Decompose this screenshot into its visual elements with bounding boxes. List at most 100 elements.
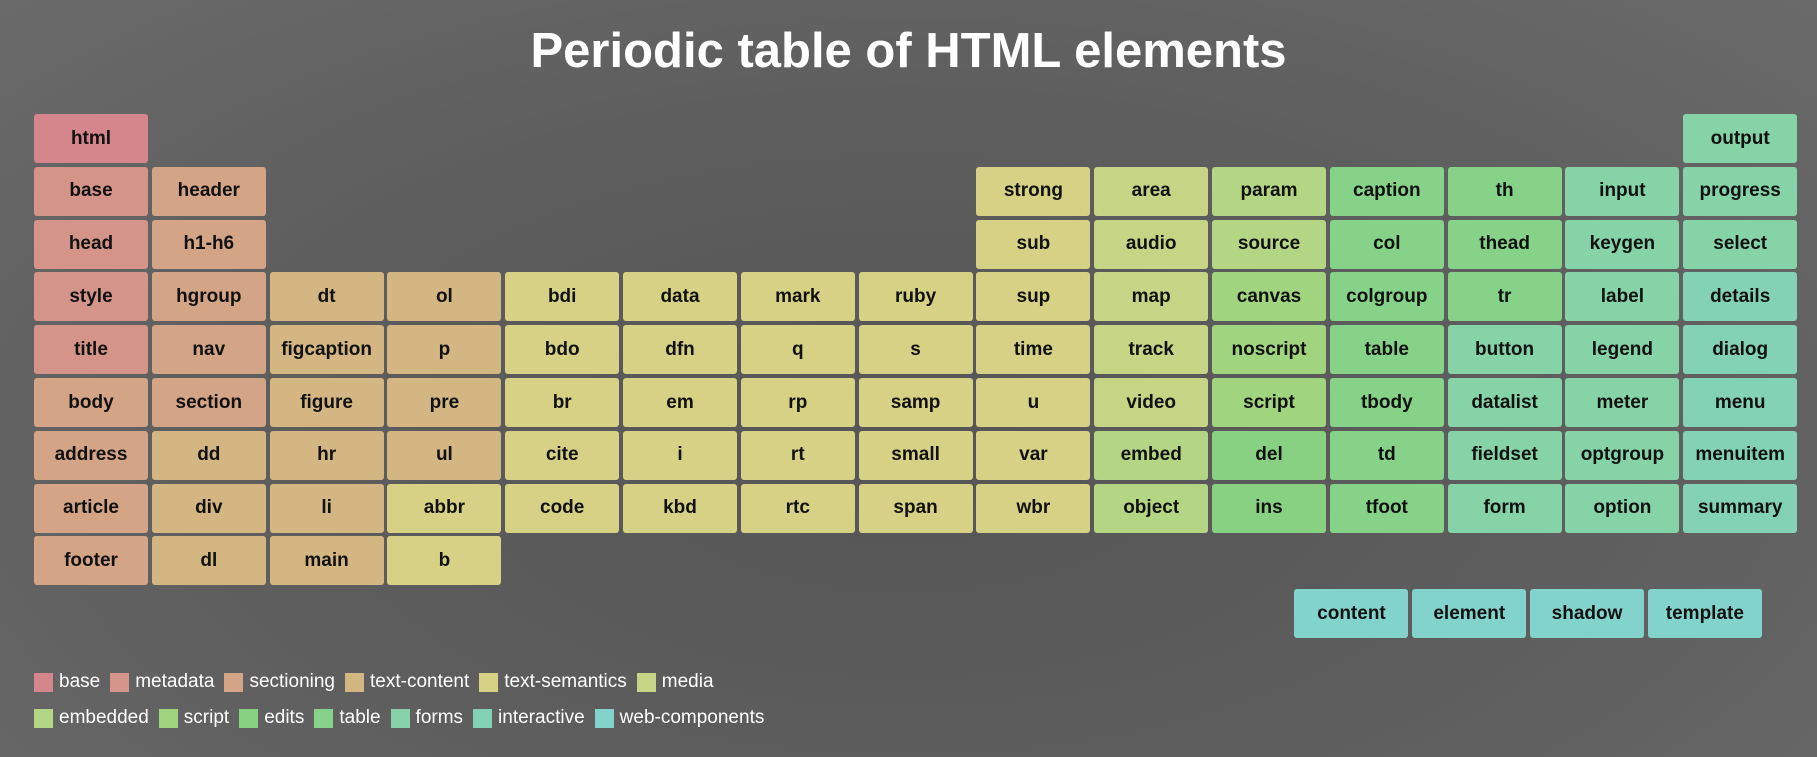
element-tile-dfn[interactable]: dfn bbox=[623, 325, 737, 375]
element-tile-fieldset[interactable]: fieldset bbox=[1447, 430, 1562, 480]
element-tile-body[interactable]: body bbox=[34, 378, 148, 427]
element-tile-ins[interactable]: ins bbox=[1212, 483, 1326, 533]
element-tile-footer[interactable]: footer bbox=[34, 536, 148, 586]
element-tile-time[interactable]: time bbox=[976, 325, 1091, 375]
element-tile-rp[interactable]: rp bbox=[740, 378, 855, 427]
element-tile-menuitem[interactable]: menuitem bbox=[1683, 430, 1798, 480]
element-tile-select[interactable]: select bbox=[1683, 219, 1798, 269]
element-tile-dt[interactable]: dt bbox=[269, 272, 384, 322]
element-tile-table[interactable]: table bbox=[1329, 325, 1444, 375]
element-tile-nav[interactable]: nav bbox=[151, 325, 266, 375]
element-tile-var[interactable]: var bbox=[976, 430, 1091, 480]
element-tile-figure[interactable]: figure bbox=[269, 378, 384, 427]
element-tile-td[interactable]: td bbox=[1329, 430, 1444, 480]
element-tile-em[interactable]: em bbox=[623, 378, 737, 427]
element-tile-pre[interactable]: pre bbox=[387, 378, 502, 427]
element-tile-menu[interactable]: menu bbox=[1683, 378, 1798, 427]
element-tile-style[interactable]: style bbox=[34, 272, 148, 322]
element-tile-form[interactable]: form bbox=[1447, 483, 1562, 533]
element-tile-span[interactable]: span bbox=[858, 483, 973, 533]
element-tile-li[interactable]: li bbox=[269, 483, 384, 533]
element-tile-bdi[interactable]: bdi bbox=[505, 272, 620, 322]
element-tile-audio[interactable]: audio bbox=[1094, 219, 1209, 269]
element-tile-head[interactable]: head bbox=[34, 219, 148, 269]
element-tile-video[interactable]: video bbox=[1094, 378, 1209, 427]
element-tile-dl[interactable]: dl bbox=[151, 536, 266, 586]
element-tile-noscript[interactable]: noscript bbox=[1212, 325, 1326, 375]
element-tile-input[interactable]: input bbox=[1565, 166, 1680, 216]
element-tile-s[interactable]: s bbox=[858, 325, 973, 375]
element-tile-html[interactable]: html bbox=[34, 114, 148, 163]
element-tile-canvas[interactable]: canvas bbox=[1212, 272, 1326, 322]
element-tile-progress[interactable]: progress bbox=[1683, 166, 1798, 216]
element-tile-option[interactable]: option bbox=[1565, 483, 1680, 533]
element-tile-small[interactable]: small bbox=[858, 430, 973, 480]
element-tile-title[interactable]: title bbox=[34, 325, 148, 375]
element-tile-kbd[interactable]: kbd bbox=[623, 483, 737, 533]
element-tile-del[interactable]: del bbox=[1212, 430, 1326, 480]
element-tile-th[interactable]: th bbox=[1447, 166, 1562, 216]
element-tile-area[interactable]: area bbox=[1094, 166, 1209, 216]
element-tile-br[interactable]: br bbox=[505, 378, 620, 427]
element-tile-shadow[interactable]: shadow bbox=[1530, 589, 1645, 639]
element-tile-sub[interactable]: sub bbox=[976, 219, 1091, 269]
element-tile-embed[interactable]: embed bbox=[1094, 430, 1209, 480]
element-tile-element[interactable]: element bbox=[1412, 589, 1527, 639]
element-tile-u[interactable]: u bbox=[976, 378, 1091, 427]
element-tile-code[interactable]: code bbox=[505, 483, 620, 533]
element-tile-button[interactable]: button bbox=[1447, 325, 1562, 375]
element-tile-rtc[interactable]: rtc bbox=[740, 483, 855, 533]
element-tile-object[interactable]: object bbox=[1094, 483, 1209, 533]
element-tile-base[interactable]: base bbox=[34, 166, 148, 216]
element-tile-track[interactable]: track bbox=[1094, 325, 1209, 375]
element-tile-map[interactable]: map bbox=[1094, 272, 1209, 322]
element-tile-samp[interactable]: samp bbox=[858, 378, 973, 427]
element-tile-address[interactable]: address bbox=[34, 430, 148, 480]
element-tile-output[interactable]: output bbox=[1683, 114, 1798, 163]
element-tile-caption[interactable]: caption bbox=[1329, 166, 1444, 216]
element-tile-dd[interactable]: dd bbox=[151, 430, 266, 480]
element-tile-rt[interactable]: rt bbox=[740, 430, 855, 480]
element-tile-figcaption[interactable]: figcaption bbox=[269, 325, 384, 375]
element-tile-colgroup[interactable]: colgroup bbox=[1329, 272, 1444, 322]
element-tile-ul[interactable]: ul bbox=[387, 430, 502, 480]
element-tile-tr[interactable]: tr bbox=[1447, 272, 1562, 322]
element-tile-col[interactable]: col bbox=[1329, 219, 1444, 269]
element-tile-ruby[interactable]: ruby bbox=[858, 272, 973, 322]
element-tile-script[interactable]: script bbox=[1212, 378, 1326, 427]
element-tile-thead[interactable]: thead bbox=[1447, 219, 1562, 269]
element-tile-details[interactable]: details bbox=[1683, 272, 1798, 322]
element-tile-content[interactable]: content bbox=[1294, 589, 1409, 639]
element-tile-bdo[interactable]: bdo bbox=[505, 325, 620, 375]
element-tile-source[interactable]: source bbox=[1212, 219, 1326, 269]
element-tile-dialog[interactable]: dialog bbox=[1683, 325, 1798, 375]
element-tile-data[interactable]: data bbox=[623, 272, 737, 322]
element-tile-keygen[interactable]: keygen bbox=[1565, 219, 1680, 269]
element-tile-template[interactable]: template bbox=[1647, 589, 1762, 639]
element-tile-section[interactable]: section bbox=[151, 378, 266, 427]
element-tile-i[interactable]: i bbox=[623, 430, 737, 480]
element-tile-abbr[interactable]: abbr bbox=[387, 483, 502, 533]
element-tile-label[interactable]: label bbox=[1565, 272, 1680, 322]
element-tile-div[interactable]: div bbox=[151, 483, 266, 533]
element-tile-strong[interactable]: strong bbox=[976, 166, 1091, 216]
element-tile-hgroup[interactable]: hgroup bbox=[151, 272, 266, 322]
element-tile-p[interactable]: p bbox=[387, 325, 502, 375]
element-tile-datalist[interactable]: datalist bbox=[1447, 378, 1562, 427]
element-tile-q[interactable]: q bbox=[740, 325, 855, 375]
element-tile-ol[interactable]: ol bbox=[387, 272, 502, 322]
element-tile-b[interactable]: b bbox=[387, 536, 502, 586]
element-tile-tfoot[interactable]: tfoot bbox=[1329, 483, 1444, 533]
element-tile-mark[interactable]: mark bbox=[740, 272, 855, 322]
element-tile-optgroup[interactable]: optgroup bbox=[1565, 430, 1680, 480]
element-tile-param[interactable]: param bbox=[1212, 166, 1326, 216]
element-tile-summary[interactable]: summary bbox=[1683, 483, 1798, 533]
element-tile-main[interactable]: main bbox=[269, 536, 384, 586]
element-tile-header[interactable]: header bbox=[151, 166, 266, 216]
element-tile-cite[interactable]: cite bbox=[505, 430, 620, 480]
element-tile-legend[interactable]: legend bbox=[1565, 325, 1680, 375]
element-tile-tbody[interactable]: tbody bbox=[1329, 378, 1444, 427]
element-tile-h1-h6[interactable]: h1-h6 bbox=[151, 219, 266, 269]
element-tile-wbr[interactable]: wbr bbox=[976, 483, 1091, 533]
element-tile-hr[interactable]: hr bbox=[269, 430, 384, 480]
